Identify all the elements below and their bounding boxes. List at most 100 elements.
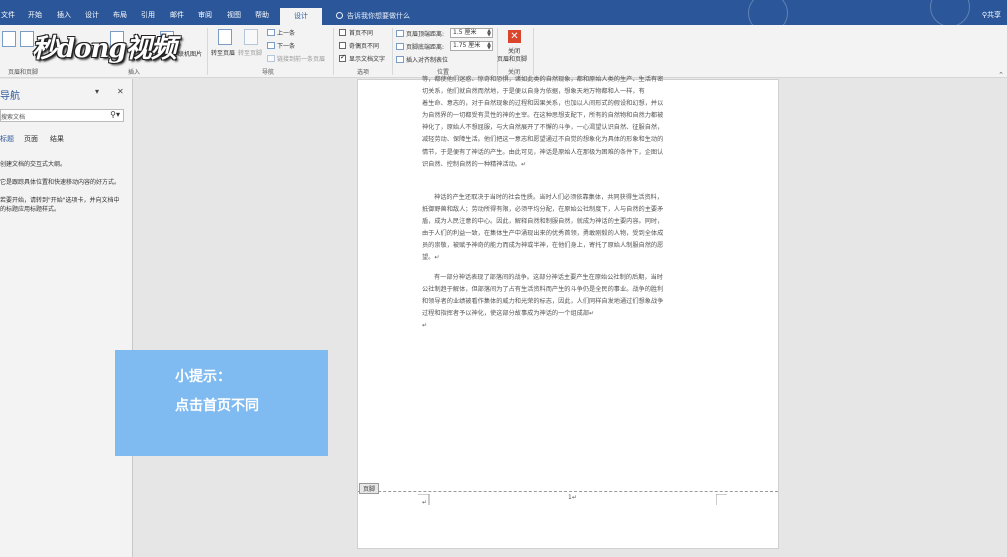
text-line: 为自然界的一切都受有灵性的神的主宰。在这种思想支配下，所有的自然物和自然力都被 xyxy=(422,112,664,120)
close-header-footer-line2[interactable]: 页眉和页脚 xyxy=(497,54,527,63)
header-position-icon xyxy=(396,30,404,37)
tab-header-footer-design[interactable]: 设计 xyxy=(280,8,322,25)
checkbox xyxy=(339,42,346,49)
text-line: 神话的产生还取决于当时的社会性质。当时人们必须依靠集体，共同获得生活资料， xyxy=(434,194,663,201)
nav-tab-pages[interactable]: 页面 xyxy=(24,134,38,144)
body-paragraph-1: 等，都使他们迷惑、惊奇和恐惧，诸如此类的自然现象，都和原始人类的生产、生活有密 … xyxy=(422,74,714,171)
decoration-circle xyxy=(930,0,970,27)
footer-bottom-label: 页脚底端距离: xyxy=(396,42,444,51)
tip-title: 小提示： xyxy=(175,369,231,385)
spinner-arrows-icon[interactable]: ▲ ▼ xyxy=(487,42,491,51)
separator xyxy=(533,28,534,75)
different-odd-even-checkbox[interactable]: 奇偶页不同 xyxy=(339,41,379,50)
different-first-page-checkbox[interactable]: 首页不同 xyxy=(339,28,373,37)
tab-mailings[interactable]: 邮件 xyxy=(170,10,184,20)
tab-home[interactable]: 开始 xyxy=(28,10,42,20)
prev-icon xyxy=(267,29,275,36)
tab-view[interactable]: 视图 xyxy=(227,10,241,20)
alignment-tab-icon xyxy=(396,56,404,63)
text-line: 有一部分神话表现了部落间的战争。这部分神话主要产生在原始公社制的后期，当时 xyxy=(434,274,663,281)
nav-help-text: 若要开始，请转到"开始"选项卡，并向文档中 xyxy=(0,197,120,204)
header-icon[interactable] xyxy=(2,31,16,47)
text-line: 情节，于是便有了神话的产生。由此可见，神话是原始人在那极为困难的条件下，企图认 xyxy=(422,148,664,156)
close-icon[interactable]: ✕ xyxy=(508,30,521,43)
tab-help[interactable]: 帮助 xyxy=(255,10,269,20)
text-line: 过程和指挥者予以神化，使这部分故事成为神话的一个组成部↵ xyxy=(422,310,595,318)
text-line: 和领导者的业绩被看作集体的威力和光荣的标志，因此，人们同样自发地通过们想象战争 xyxy=(422,298,664,306)
separator xyxy=(392,28,393,75)
text-line: 等，都使他们迷惑、惊奇和恐惧，诸如此类的自然现象，都和原始人类的生产、生活有密 xyxy=(422,76,664,83)
footer-page-number[interactable]: 1↵ xyxy=(568,494,577,501)
checkbox xyxy=(339,29,346,36)
next-icon xyxy=(267,42,275,49)
insert-alignment-tab-button[interactable]: 插入对齐制表位 xyxy=(396,55,448,64)
group-label-navigation: 导航 xyxy=(262,69,275,76)
show-document-text-checkbox[interactable]: 显示文档文字 xyxy=(339,53,385,63)
text-line: 望。↵ xyxy=(422,254,440,262)
nav-tab-results[interactable]: 结果 xyxy=(50,134,64,144)
tab-insert[interactable]: 插入 xyxy=(57,10,71,20)
ribbon: 秒dong视频 联机图片 页眉和页脚 插入 转至页眉 转至页脚 上一条 下一条 … xyxy=(0,25,1007,79)
crop-mark xyxy=(716,494,727,505)
tip-text: 点击首页不同 xyxy=(175,398,259,414)
checkbox-checked xyxy=(339,53,346,62)
footer-bottom-spinner[interactable]: 1.75 厘米 ▲ ▼ xyxy=(450,41,493,51)
nav-help-text: 创建文档的交互式大纲。 xyxy=(0,161,67,168)
tab-review[interactable]: 审阅 xyxy=(198,10,212,20)
text-line: 盾，成为人民注意的中心。因此，解释自然和制服自然，就成为神话的主要内容。同时， xyxy=(422,218,664,226)
nav-pane-title: 导航 xyxy=(0,91,20,102)
separator xyxy=(497,28,498,75)
nav-search-input[interactable]: 搜索文档 ⚲▾ xyxy=(0,109,124,122)
tab-design[interactable]: 设计 xyxy=(85,10,99,20)
text-line: 切关系，他们就自然而然地，于是便以自身为依据，想象天地万物都和人一样，有 xyxy=(422,88,645,96)
goto-header-button[interactable]: 转至页眉 xyxy=(211,48,235,57)
text-line: 由于人们的利益一致，在集体生产中涌现出来的优秀首领，勇敢刚毅的人物，受到全体成 xyxy=(422,230,664,238)
close-icon[interactable]: ✕ xyxy=(117,87,124,96)
footer-paragraph-mark: ↵ xyxy=(422,499,428,506)
nav-help-text: 它是跟踪具体位置和快速移动内容的好方式。 xyxy=(0,179,121,186)
next-button[interactable]: 下一条 xyxy=(267,41,295,50)
footer-boundary xyxy=(358,491,778,492)
document-page[interactable]: 等，都使他们迷惑、惊奇和恐惧，诸如此类的自然现象，都和原始人类的生产、生活有密 … xyxy=(357,76,779,549)
footer-tag: 页脚 xyxy=(359,483,380,494)
group-label-options: 选项 xyxy=(357,69,370,76)
body-paragraph-3: 有一部分神话表现了部落间的战争。这部分神话主要产生在原始公社制的后期，当时 公社… xyxy=(422,272,714,332)
online-pictures-button[interactable]: 联机图片 xyxy=(178,49,202,58)
watermark-logo: 秒dong视频 xyxy=(32,34,177,64)
link-icon xyxy=(267,55,275,62)
text-line: 着生命、意志的，对于自然现象的过程和因果关系，也加以人间形式的假设和幻想，并以 xyxy=(422,100,664,108)
search-icon[interactable]: ⚲▾ xyxy=(110,110,120,119)
paragraph-mark: ↵ xyxy=(422,322,428,330)
tab-layout[interactable]: 布局 xyxy=(113,10,127,20)
ribbon-tabs: 文件 开始 插入 设计 布局 引用 邮件 审阅 视图 帮助 设计 告诉我你想要做… xyxy=(0,0,1007,33)
tip-overlay: 小提示： 点击首页不同 xyxy=(115,350,328,456)
tab-references[interactable]: 引用 xyxy=(141,10,155,20)
text-line: 抵御野兽和敌人；劳动所得有限，必须平均分配，在原始公社制度下，人与自然的主要矛 xyxy=(422,206,664,214)
spinner-arrows-icon[interactable]: ▲ ▼ xyxy=(487,29,491,38)
nav-tab-headings[interactable]: 标题 xyxy=(0,134,14,144)
nav-options-icon[interactable]: ▾ xyxy=(95,87,99,96)
link-previous-button[interactable]: 链接到前一条页眉 xyxy=(267,54,325,63)
body-paragraph-2: 神话的产生还取决于当时的社会性质。当时人们必须依靠集体，共同获得生活资料， 抵御… xyxy=(422,192,714,265)
nav-help-text: 的标题应用标题样式。 xyxy=(0,206,61,213)
text-line: 减轻劳动、保障生活。他们把这一意志和愿望通过不自觉的想象化为具体的形象和生动的 xyxy=(422,136,664,144)
tab-file[interactable]: 文件 xyxy=(1,10,15,20)
footer-position-icon xyxy=(396,43,404,50)
share-button[interactable]: ⚲共享 xyxy=(982,10,1001,20)
text-line: 员的崇敬，被赋予神奇的能力而成为神或半神，在他们身上，寄托了原始人制服自然的愿 xyxy=(422,242,664,250)
goto-footer-button[interactable]: 转至页脚 xyxy=(238,48,262,57)
separator xyxy=(207,28,208,75)
goto-footer-icon[interactable] xyxy=(244,29,258,45)
lightbulb-icon xyxy=(336,12,343,19)
text-line: 识自然、控制自然的一种精神活动。↵ xyxy=(422,160,527,168)
text-line: 神化了，原始人不想屈服，与大自然展开了不懈的斗争，一心渴望认识自然、征服自然， xyxy=(422,124,664,132)
header-top-spinner[interactable]: 1.5 厘米 ▲ ▼ xyxy=(450,28,493,38)
prev-button[interactable]: 上一条 xyxy=(267,28,295,37)
goto-header-icon[interactable] xyxy=(218,29,232,45)
group-label-insert: 插入 xyxy=(128,69,141,76)
text-line: 公社制趋于解体，但部落间为了占有生活资料而产生的斗争仍是全民的事业。战争的胜利 xyxy=(422,286,664,294)
collapse-ribbon-icon[interactable]: ⌃ xyxy=(998,71,1004,79)
tell-me-box[interactable]: 告诉我你想要做什么 xyxy=(336,11,410,21)
separator xyxy=(333,28,334,75)
header-top-label: 页眉顶端距离: xyxy=(396,29,444,38)
